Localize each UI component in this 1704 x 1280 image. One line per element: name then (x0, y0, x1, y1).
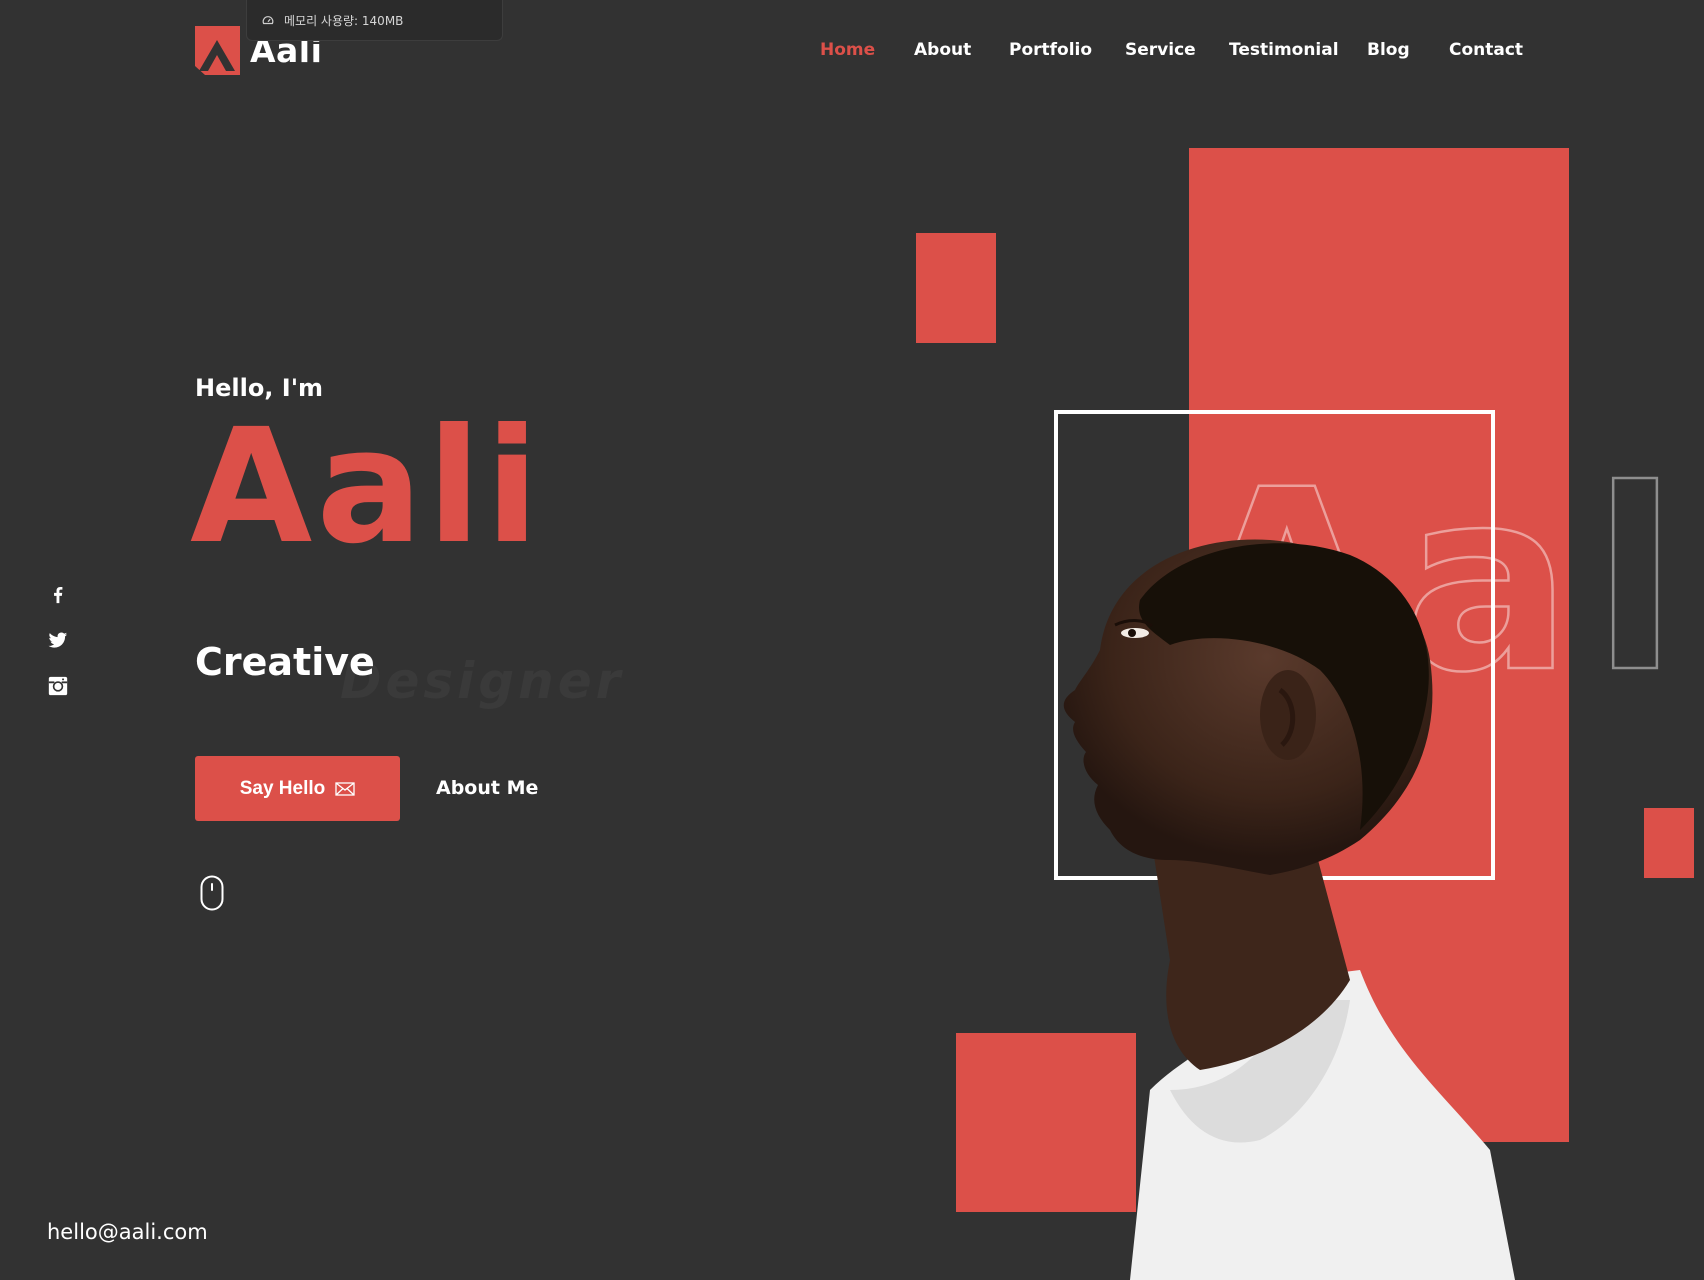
memory-usage-tooltip: 메모리 사용량: 140MB (246, 0, 503, 41)
say-hello-label: Say Hello (239, 777, 326, 799)
memory-usage-text: 메모리 사용량: 140MB (284, 13, 404, 28)
instagram-icon[interactable] (46, 674, 70, 698)
hero-role: Creative (195, 640, 375, 684)
nav-service[interactable]: Service (1125, 40, 1196, 60)
hero-name: Aali (190, 395, 544, 579)
page: 메모리 사용량: 140MB Aali Home About Portfolio… (0, 0, 1704, 1280)
nav-about[interactable]: About (914, 40, 971, 60)
say-hello-button[interactable]: Say Hello (195, 756, 400, 821)
decor-bottom-square (956, 1033, 1136, 1212)
nav-home[interactable]: Home (820, 40, 875, 60)
scroll-mouse-icon[interactable] (200, 875, 224, 911)
hero-role-secondary: Designer (340, 652, 625, 710)
envelope-icon (335, 781, 355, 796)
nav-contact[interactable]: Contact (1449, 40, 1523, 60)
facebook-icon[interactable] (46, 582, 70, 606)
social-links (46, 582, 70, 698)
twitter-icon[interactable] (46, 628, 70, 652)
contact-email[interactable]: hello@aali.com (47, 1220, 208, 1244)
decor-edge-square (1644, 808, 1694, 878)
about-me-link[interactable]: About Me (436, 777, 538, 799)
decor-small-square (916, 233, 996, 343)
nav-portfolio[interactable]: Portfolio (1009, 40, 1092, 60)
nav-blog[interactable]: Blog (1367, 40, 1410, 60)
nav-testimonial[interactable]: Testimonial (1229, 40, 1339, 60)
memory-gauge-icon (262, 16, 274, 25)
main-nav: Home About Portfolio Service Testimonial… (0, 40, 1704, 66)
